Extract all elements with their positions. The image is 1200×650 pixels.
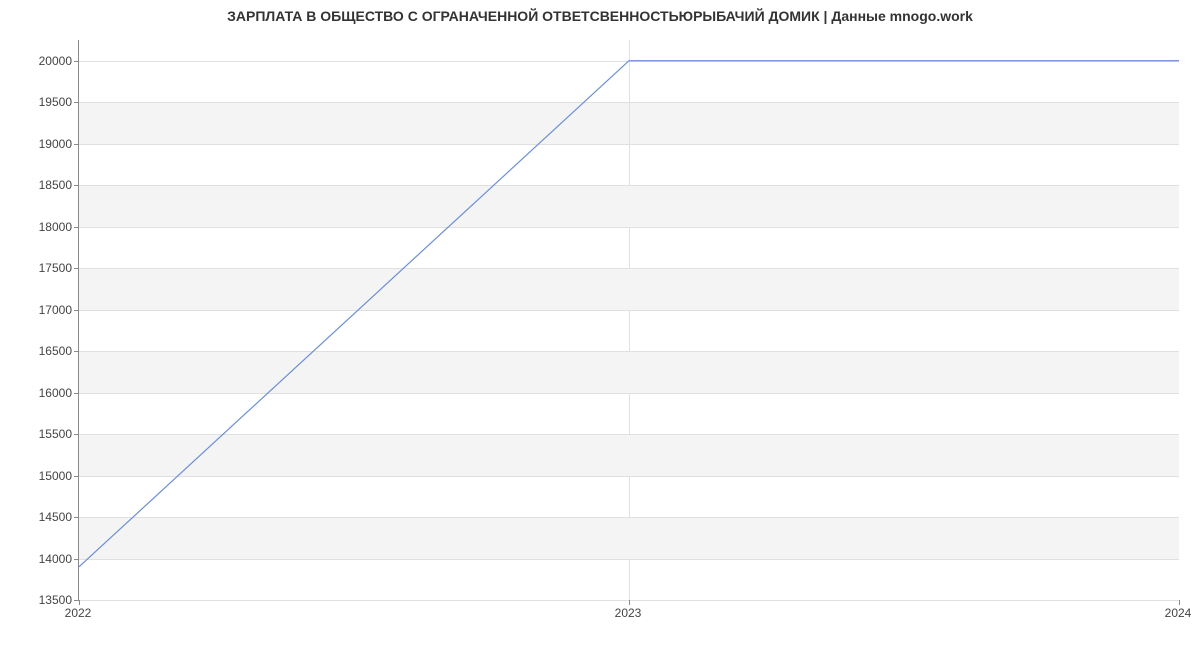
y-tick: [74, 144, 79, 145]
chart-container: ЗАРПЛАТА В ОБЩЕСТВО С ОГРАНАЧЕННОЙ ОТВЕТ…: [0, 0, 1200, 650]
y-tick-label: 20000: [12, 54, 72, 68]
y-tick: [74, 351, 79, 352]
y-tick: [74, 476, 79, 477]
y-tick-label: 16500: [12, 344, 72, 358]
y-tick-label: 17000: [12, 303, 72, 317]
y-tick-label: 19500: [12, 95, 72, 109]
x-tick: [1179, 600, 1180, 605]
y-tick-label: 18500: [12, 178, 72, 192]
x-tick-label: 2024: [1165, 606, 1192, 620]
y-tick-label: 15000: [12, 469, 72, 483]
y-tick: [74, 185, 79, 186]
y-tick: [74, 393, 79, 394]
y-tick-label: 15500: [12, 427, 72, 441]
x-tick-label: 2023: [615, 606, 642, 620]
line-series: [79, 40, 1179, 600]
y-tick: [74, 268, 79, 269]
x-tick: [629, 600, 630, 605]
y-tick-label: 13500: [12, 593, 72, 607]
y-tick-label: 14500: [12, 510, 72, 524]
y-tick: [74, 310, 79, 311]
plot-area: [78, 40, 1179, 601]
y-tick-label: 18000: [12, 220, 72, 234]
y-tick: [74, 227, 79, 228]
y-tick-label: 17500: [12, 261, 72, 275]
y-tick-label: 14000: [12, 552, 72, 566]
y-tick: [74, 102, 79, 103]
y-tick-label: 19000: [12, 137, 72, 151]
y-tick: [74, 61, 79, 62]
y-tick-label: 16000: [12, 386, 72, 400]
chart-title: ЗАРПЛАТА В ОБЩЕСТВО С ОГРАНАЧЕННОЙ ОТВЕТ…: [0, 8, 1200, 24]
x-tick: [79, 600, 80, 605]
y-tick: [74, 559, 79, 560]
y-tick: [74, 434, 79, 435]
y-tick: [74, 517, 79, 518]
x-tick-label: 2022: [65, 606, 92, 620]
